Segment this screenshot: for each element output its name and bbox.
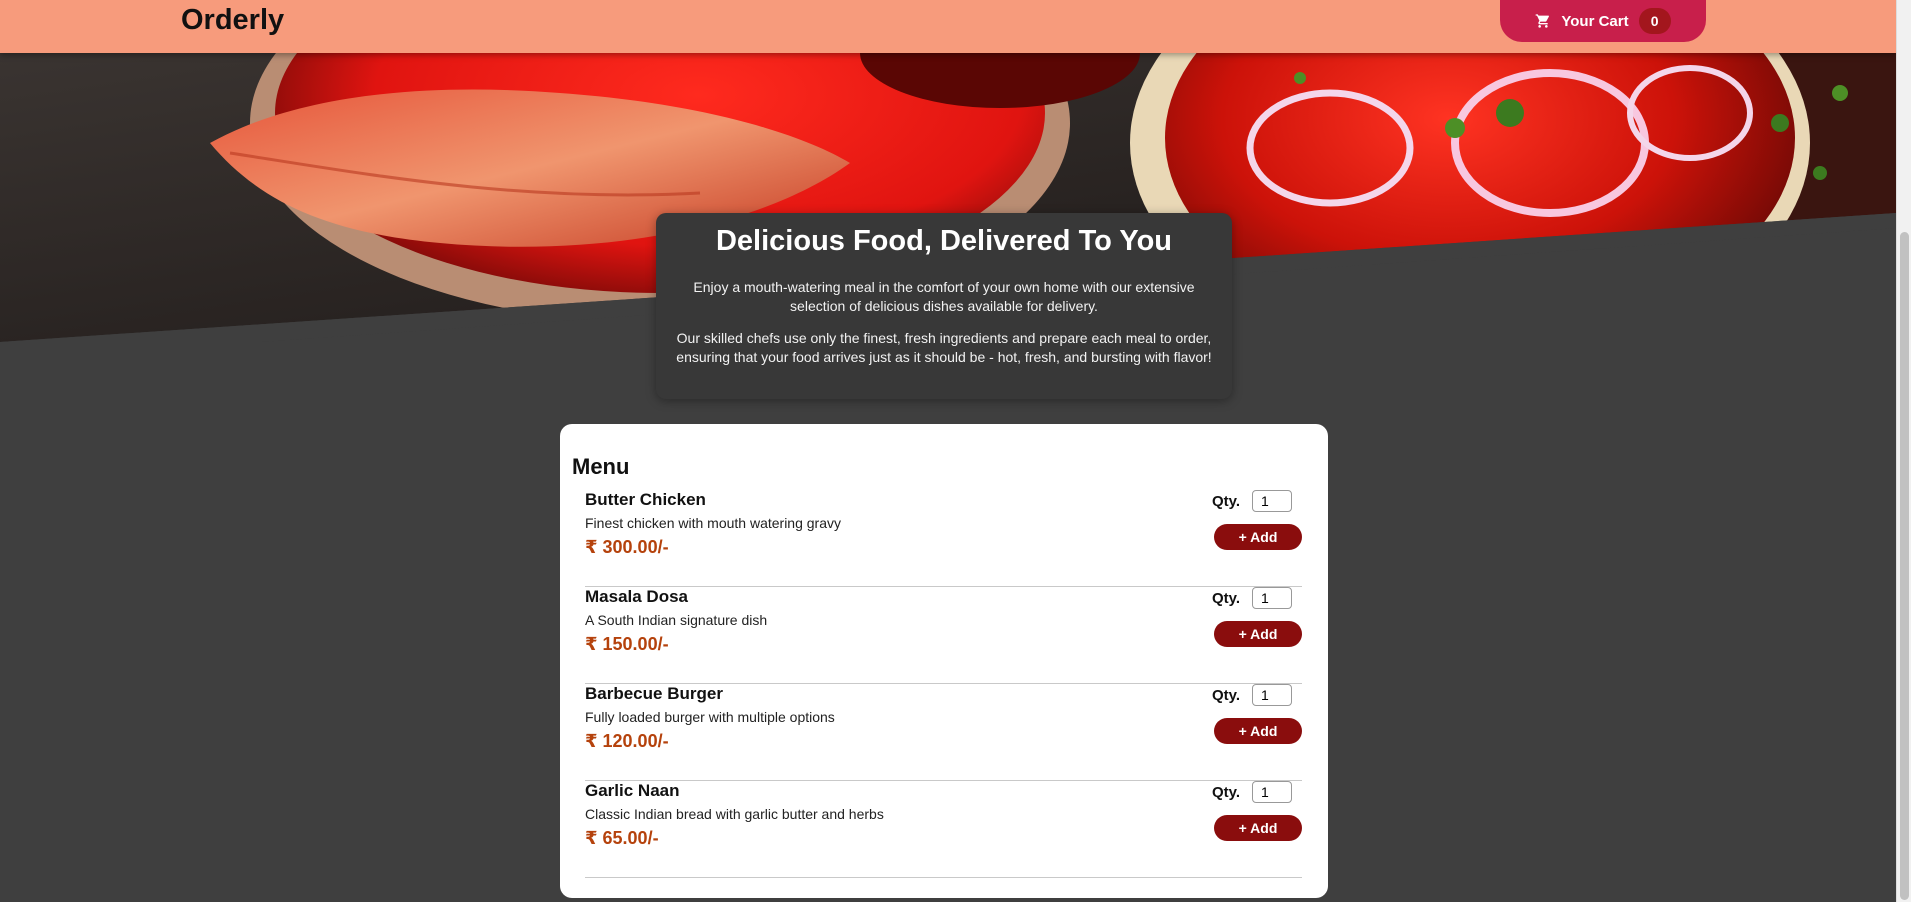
- your-cart-button[interactable]: Your Cart 0: [1500, 0, 1706, 42]
- qty-label: Qty.: [1211, 589, 1240, 607]
- add-to-cart-button[interactable]: + Add: [1214, 524, 1302, 550]
- qty-label: Qty.: [1211, 783, 1240, 801]
- quantity-row: Qty.: [1212, 781, 1292, 803]
- quantity-row: Qty.: [1212, 684, 1292, 706]
- meal-item-butter-chicken: Butter Chicken Finest chicken with mouth…: [585, 490, 1302, 587]
- quantity-input[interactable]: [1252, 781, 1292, 803]
- add-to-cart-button[interactable]: + Add: [1214, 621, 1302, 647]
- meal-description: Fully loaded burger with multiple option…: [585, 709, 835, 725]
- meal-price: ₹ 120.00/-: [585, 731, 669, 751]
- meal-name: Butter Chicken: [585, 490, 706, 509]
- quantity-input[interactable]: [1252, 587, 1292, 609]
- cart-count-badge: 0: [1638, 8, 1671, 34]
- page: Orderly Your Cart 0 Delicious Food, Deli…: [0, 0, 1911, 902]
- meal-name: Barbecue Burger: [585, 684, 723, 703]
- meal-description: A South Indian signature dish: [585, 612, 768, 628]
- meal-name: Garlic Naan: [585, 781, 680, 800]
- summary-title: Delicious Food, Delivered To You: [715, 225, 1172, 257]
- qty-label: Qty.: [1211, 686, 1240, 704]
- meal-item-garlic-naan: Garlic Naan Classic Indian bread with ga…: [585, 781, 1302, 878]
- shopping-cart-icon: [1536, 14, 1550, 28]
- meal-description: Finest chicken with mouth watering gravy: [585, 515, 841, 531]
- meal-price: ₹ 300.00/-: [585, 537, 669, 557]
- menu-title: Menu: [572, 454, 630, 479]
- top-navbar: Orderly Your Cart 0: [0, 0, 1896, 53]
- meals-summary-card: Delicious Food, Delivered To You Enjoy a…: [656, 213, 1232, 399]
- quantity-input[interactable]: [1252, 684, 1292, 706]
- quantity-row: Qty.: [1212, 587, 1292, 609]
- quantity-row: Qty.: [1212, 490, 1292, 512]
- meal-price: ₹ 65.00/-: [585, 828, 659, 848]
- meal-item-masala-dosa: Masala Dosa A South Indian signature dis…: [585, 587, 1302, 684]
- scrollbar-thumb[interactable]: [1900, 232, 1909, 900]
- meal-name: Masala Dosa: [585, 587, 688, 606]
- meal-price: ₹ 150.00/-: [585, 634, 669, 654]
- summary-paragraph: Our skilled chefs use only the finest, f…: [676, 330, 1212, 365]
- meal-description: Classic Indian bread with garlic butter …: [585, 806, 884, 822]
- summary-paragraph: Enjoy a mouth-watering meal in the comfo…: [693, 279, 1195, 314]
- qty-label: Qty.: [1211, 492, 1240, 510]
- add-to-cart-button[interactable]: + Add: [1214, 815, 1302, 841]
- brand-logo[interactable]: Orderly: [181, 4, 284, 37]
- meal-item-barbecue-burger: Barbecue Burger Fully loaded burger with…: [585, 684, 1302, 781]
- quantity-input[interactable]: [1252, 490, 1292, 512]
- cart-label: Your Cart: [1561, 12, 1629, 30]
- page-scrollbar[interactable]: [1896, 0, 1911, 902]
- add-to-cart-button[interactable]: + Add: [1214, 718, 1302, 744]
- menu-card: Menu Butter Chicken Finest chicken with …: [560, 424, 1328, 898]
